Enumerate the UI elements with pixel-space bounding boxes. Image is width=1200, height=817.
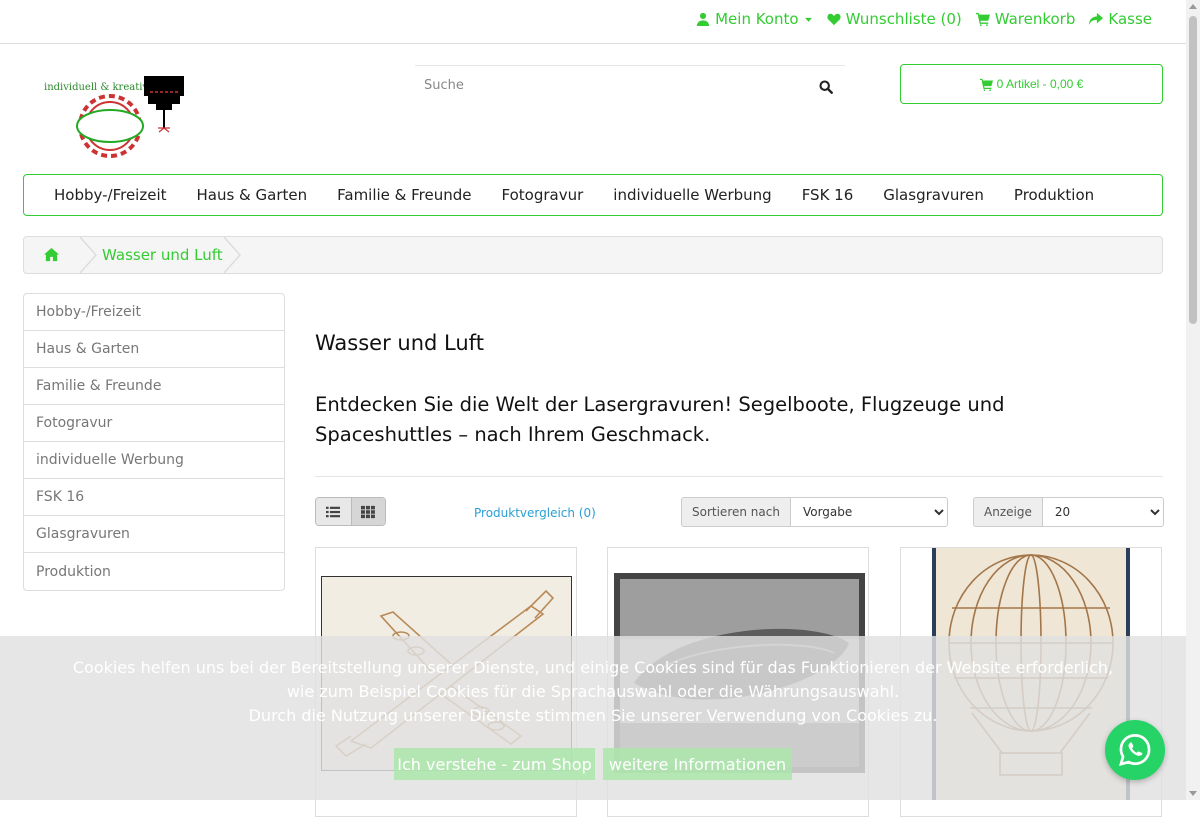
menu-item-glasgravuren[interactable]: Glasgravuren	[883, 186, 984, 204]
grid-view-button[interactable]	[350, 498, 385, 525]
breadcrumb-separator	[80, 237, 98, 273]
limit-control: Anzeige 20	[973, 497, 1164, 527]
sidebar-item-familie-freunde[interactable]: Familie & Freunde	[24, 368, 284, 405]
limit-select[interactable]: 20	[1041, 497, 1164, 527]
cookie-more-info-button[interactable]: weitere Informationen	[603, 748, 792, 780]
sidebar-item-werbung[interactable]: individuelle Werbung	[24, 442, 284, 479]
view-toggle	[315, 497, 386, 526]
menu-item-fotogravur[interactable]: Fotogravur	[502, 186, 584, 204]
search-box	[415, 65, 845, 105]
menu-item-produktion[interactable]: Produktion	[1014, 186, 1094, 204]
share-icon	[1089, 12, 1104, 26]
cookie-accept-button[interactable]: Ich verstehe - zum Shop	[394, 748, 595, 780]
cookie-text-line3: Durch die Nutzung unserer Dienste stimme…	[248, 706, 938, 725]
caret-down-icon	[804, 17, 812, 22]
scroll-up-arrow[interactable]	[1189, 4, 1197, 9]
sidebar-item-fsk16[interactable]: FSK 16	[24, 479, 284, 516]
search-icon	[819, 80, 833, 94]
sidebar-item-haus-garten[interactable]: Haus & Garten	[24, 331, 284, 368]
sidebar-item-produktion[interactable]: Produktion	[24, 553, 284, 590]
checkout-label: Kasse	[1108, 10, 1152, 28]
breadcrumb: Wasser und Luft	[23, 236, 1163, 274]
menu-item-werbung[interactable]: individuelle Werbung	[613, 186, 771, 204]
limit-label: Anzeige	[973, 497, 1042, 527]
logo-graphic: individuell & kreativ	[44, 76, 184, 158]
cookie-text-line1: Cookies helfen uns bei der Bereitstellun…	[72, 658, 1114, 677]
sidebar-item-fotogravur[interactable]: Fotogravur	[24, 405, 284, 442]
menu-item-fsk16[interactable]: FSK 16	[802, 186, 854, 204]
sort-label: Sortieren nach	[681, 497, 790, 527]
logo-tagline: individuell & kreativ	[44, 82, 148, 93]
sort-control: Sortieren nach Vorgabe	[681, 497, 948, 527]
category-description: Entdecken Sie die Welt der Lasergravuren…	[315, 393, 1005, 446]
heart-icon	[826, 13, 841, 26]
whatsapp-icon	[1118, 734, 1151, 766]
shopping-cart-icon	[975, 12, 990, 26]
page-title: Wasser und Luft	[315, 331, 484, 355]
product-compare-link[interactable]: Produktvergleich (0)	[474, 506, 596, 520]
list-icon	[326, 506, 341, 517]
category-sidebar: Hobby-/Freizeit Haus & Garten Familie & …	[23, 293, 285, 591]
sidebar-item-glasgravuren[interactable]: Glasgravuren	[24, 516, 284, 553]
divider	[315, 476, 1163, 477]
search-button[interactable]	[813, 76, 839, 98]
user-icon	[696, 12, 710, 26]
main-menu: Hobby-/Freizeit Haus & Garten Familie & …	[23, 174, 1163, 216]
checkout-link[interactable]: Kasse	[1089, 10, 1152, 28]
menu-item-hobby[interactable]: Hobby-/Freizeit	[54, 186, 167, 204]
top-links: Mein Konto Wunschliste (0) Warenkorb Kas…	[696, 10, 1152, 28]
my-account-label: Mein Konto	[715, 10, 799, 28]
list-view-button[interactable]	[316, 498, 351, 525]
breadcrumb-separator	[224, 237, 242, 273]
my-account-link[interactable]: Mein Konto	[696, 10, 812, 28]
scroll-down-arrow[interactable]	[1189, 791, 1197, 796]
top-bar: Mein Konto Wunschliste (0) Warenkorb Kas…	[0, 0, 1186, 44]
home-icon	[44, 247, 59, 262]
grid-icon	[361, 505, 376, 518]
cookie-banner: Cookies helfen uns bei der Bereitstellun…	[0, 636, 1186, 800]
sidebar-item-hobby[interactable]: Hobby-/Freizeit	[24, 294, 284, 331]
wishlist-link[interactable]: Wunschliste (0)	[826, 10, 962, 28]
page-scrollbar[interactable]	[1186, 0, 1200, 800]
breadcrumb-current[interactable]: Wasser und Luft	[102, 246, 223, 264]
sort-select[interactable]: Vorgabe	[789, 497, 948, 527]
cart-summary-label: 0 Artikel - 0,00 €	[996, 77, 1084, 91]
search-input[interactable]	[415, 66, 785, 104]
shopping-cart-icon	[979, 78, 993, 91]
breadcrumb-home[interactable]	[44, 247, 59, 266]
menu-item-familie-freunde[interactable]: Familie & Freunde	[337, 186, 471, 204]
menu-item-haus-garten[interactable]: Haus & Garten	[197, 186, 308, 204]
whatsapp-chat-button[interactable]	[1105, 720, 1165, 780]
site-logo[interactable]: individuell & kreativ	[40, 72, 190, 158]
wishlist-label: Wunschliste (0)	[845, 10, 962, 28]
cart-link[interactable]: Warenkorb	[975, 10, 1076, 28]
cookie-text-line2: wie zum Beispiel Cookies für die Spracha…	[286, 682, 900, 701]
cart-summary-button[interactable]: 0 Artikel - 0,00 €	[900, 64, 1163, 104]
cart-label: Warenkorb	[994, 10, 1076, 28]
scrollbar-thumb[interactable]	[1189, 16, 1197, 324]
